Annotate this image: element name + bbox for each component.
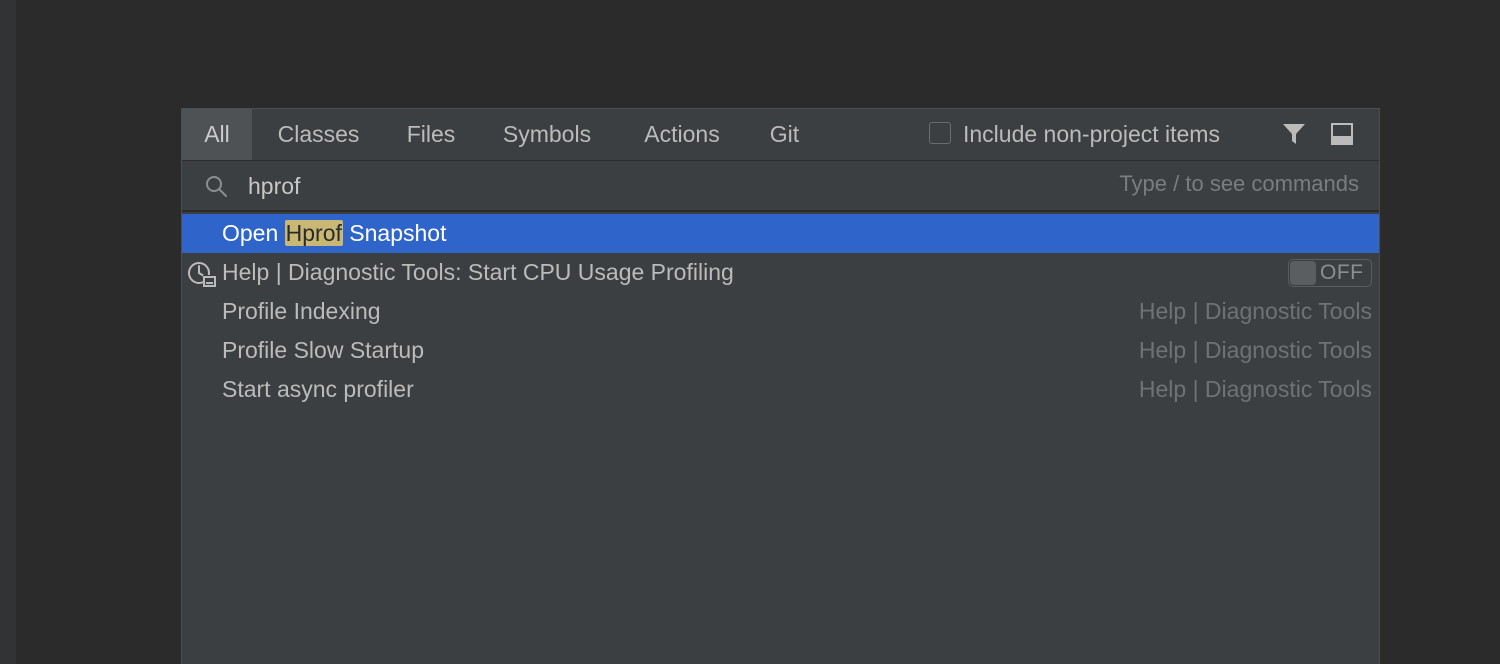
result-label-suffix: Snapshot — [342, 220, 447, 246]
search-hint: Type / to see commands — [1119, 171, 1359, 196]
profiler-icon — [187, 260, 217, 288]
result-item-profile-slow-startup[interactable]: Profile Slow Startup Help | Diagnostic T… — [182, 331, 1379, 370]
result-label: Profile Indexing — [222, 298, 381, 324]
result-label: Help | Diagnostic Tools: Start CPU Usage… — [222, 259, 734, 285]
result-label: Start async profiler — [222, 376, 414, 402]
result-location: Help | Diagnostic Tools — [1138, 337, 1372, 363]
search-input[interactable] — [248, 167, 948, 205]
tab-git[interactable]: Git — [758, 109, 811, 160]
toggle-state-label: OFF — [1320, 261, 1364, 284]
result-item-profile-indexing[interactable]: Profile Indexing Help | Diagnostic Tools — [182, 292, 1379, 331]
preview-panel-icon[interactable] — [1329, 121, 1355, 147]
tab-bar: All Classes Files Symbols Actions Git In… — [182, 109, 1379, 161]
result-item-start-cpu-profiling[interactable]: Help | Diagnostic Tools: Start CPU Usage… — [182, 253, 1379, 292]
include-non-project-checkbox[interactable] — [929, 122, 951, 144]
profiling-toggle[interactable]: OFF — [1288, 259, 1372, 287]
search-everywhere-popup: All Classes Files Symbols Actions Git In… — [181, 108, 1380, 664]
filter-icon[interactable] — [1281, 121, 1307, 147]
include-non-project-label[interactable]: Include non-project items — [963, 109, 1220, 160]
result-item-start-async-profiler[interactable]: Start async profiler Help | Diagnostic T… — [182, 370, 1379, 409]
toggle-knob — [1290, 261, 1316, 285]
editor-gutter — [0, 0, 16, 664]
result-item-open-hprof-snapshot[interactable]: Open Hprof Snapshot — [182, 214, 1379, 253]
search-row: Type / to see commands — [182, 161, 1379, 212]
tab-classes[interactable]: Classes — [262, 109, 375, 160]
result-location: Help | Diagnostic Tools — [1138, 376, 1372, 402]
tab-files[interactable]: Files — [395, 109, 467, 160]
tab-actions[interactable]: Actions — [629, 109, 735, 160]
result-label-prefix: Open — [222, 220, 285, 246]
result-label: Profile Slow Startup — [222, 337, 424, 363]
result-location: Help | Diagnostic Tools — [1138, 298, 1372, 324]
tab-all[interactable]: All — [182, 109, 252, 160]
search-icon — [204, 174, 230, 200]
tab-symbols[interactable]: Symbols — [489, 109, 605, 160]
result-label: Open Hprof Snapshot — [222, 214, 447, 253]
match-highlight: Hprof — [284, 220, 343, 246]
